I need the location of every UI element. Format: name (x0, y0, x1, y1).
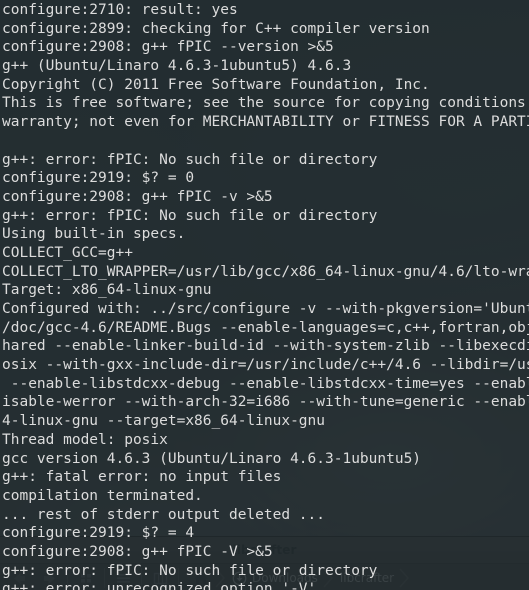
terminal-line: g++: error: unrecognized option '-V' (2, 581, 317, 590)
terminal-line: configure:2908: g++ fPIC -V >&5 (2, 543, 273, 560)
terminal-line: osix --with-gxx-include-dir=/usr/include… (2, 357, 529, 374)
terminal-line: configure:2710: result: yes (2, 2, 238, 18)
terminal-line: configure:2908: g++ fPIC -v >&5 (2, 188, 273, 205)
terminal-line: COLLECT_LTO_WRAPPER=/usr/lib/gcc/x86_64-… (2, 263, 529, 280)
terminal-line: configure:2908: g++ fPIC --version >&5 (2, 39, 334, 56)
terminal-line: gcc version 4.6.3 (Ubuntu/Linaro 4.6.3-1… (2, 450, 422, 467)
terminal-line: Configured with: ../src/configure -v --w… (2, 301, 529, 317)
terminal-line: Copyright (C) 2011 Free Software Foundat… (2, 76, 430, 93)
terminal-line: configure:2899: checking for C++ compile… (2, 20, 430, 37)
terminal-line: Thread model: posix (2, 431, 168, 448)
terminal-output[interactable]: configure:2710: result: yes configure:289… (0, 0, 529, 590)
terminal-line: COLLECT_GCC=g++ (2, 244, 133, 261)
terminal-line: Target: x86_64-linux-gnu (2, 282, 212, 299)
terminal-line: warranty; not even for MERCHANTABILITY o… (2, 114, 529, 131)
desktop-screen: libcrafter (0, 0, 529, 590)
terminal-line: configure:2919: $? = 4 (2, 525, 195, 542)
terminal-line: g++ (Ubuntu/Linaro 4.6.3-1ubuntu5) 4.6.3 (2, 58, 352, 75)
terminal-line: g++: error: fPIC: No such file or direct… (2, 562, 378, 579)
terminal-window[interactable]: configure:2710: result: yes configure:289… (0, 0, 529, 590)
terminal-line: isable-werror --with-arch-32=i686 --with… (2, 394, 529, 411)
terminal-line: This is free software; see the source fo… (2, 95, 529, 112)
terminal-line: --enable-libstdcxx-debug --enable-libstd… (10, 375, 529, 392)
terminal-line: g++: error: fPIC: No such file or direct… (2, 207, 378, 224)
terminal-line: Using built-in specs. (2, 226, 186, 243)
terminal-line: compilation terminated. (2, 487, 203, 504)
terminal-line: /doc/gcc-4.6/README.Bugs --enable-langua… (2, 319, 529, 336)
terminal-line: g++: error: fPIC: No such file or direct… (2, 151, 378, 168)
terminal-line: configure:2919: $? = 0 (2, 170, 195, 187)
terminal-line: g++: fatal error: no input files (2, 469, 282, 486)
terminal-line: hared --enable-linker-build-id --with-sy… (2, 338, 529, 355)
terminal-line: 4-linux-gnu --target=x86_64-linux-gnu (2, 413, 326, 430)
terminal-line: ... rest of stderr output deleted ... (2, 506, 326, 523)
